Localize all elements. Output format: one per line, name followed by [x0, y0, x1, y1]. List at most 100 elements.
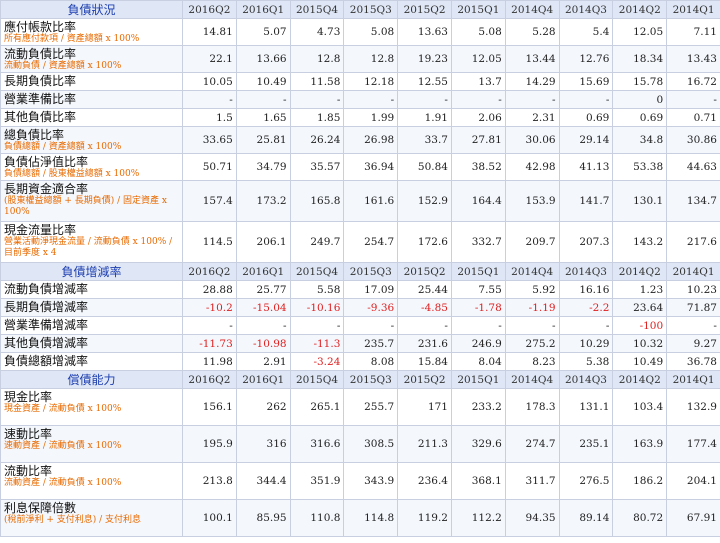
column-header: 2015Q1 — [450, 0, 506, 19]
value-cell: 27.81 — [450, 126, 506, 154]
value-cell: - — [289, 316, 345, 335]
value-cell: -10.98 — [235, 334, 291, 353]
value-cell: 11.98 — [182, 352, 237, 371]
value-cell: 103.4 — [612, 388, 668, 426]
row-label-cell: 其他負債增減率 — [0, 334, 183, 353]
value-cell: 112.2 — [450, 499, 506, 537]
value-cell: 41.13 — [558, 153, 614, 181]
value-cell: 308.5 — [343, 425, 399, 463]
value-cell: 36.94 — [343, 153, 399, 181]
column-header: 2016Q2 — [182, 262, 237, 281]
value-cell: 2.06 — [450, 108, 506, 127]
value-cell: 265.1 — [289, 388, 345, 426]
value-cell: 143.2 — [612, 221, 668, 263]
value-cell: 10.23 — [666, 280, 720, 299]
value-cell: 119.2 — [397, 499, 452, 537]
value-cell: 163.9 — [612, 425, 668, 463]
row-label: 流動比率 — [4, 464, 53, 478]
value-cell: 165.8 — [289, 180, 345, 222]
value-cell: 5.92 — [504, 280, 560, 299]
value-cell: 114.5 — [182, 221, 237, 263]
row-formula: 負債總額 / 資產總額 x 100% — [4, 142, 122, 152]
row-label-cell: 現金流量比率 營業活動淨現金流量 / 流動負債 x 100% / 目前季度 x 4 — [0, 221, 183, 263]
value-cell: 1.23 — [612, 280, 668, 299]
table-row: 速動比率 速動資產 / 流動負債 x 100% 195.9 316 316.6 308.5… — [0, 425, 720, 463]
column-header: 2014Q2 — [612, 0, 668, 19]
value-cell: 50.71 — [182, 153, 237, 181]
value-cell: 89.14 — [558, 499, 614, 537]
value-cell: 12.8 — [289, 45, 345, 73]
value-cell: 35.57 — [289, 153, 345, 181]
value-cell: 217.6 — [666, 221, 720, 263]
value-cell: 173.2 — [235, 180, 291, 222]
column-header: 2014Q3 — [558, 262, 614, 281]
row-label-cell: 應付帳款比率 所有應付款項 / 資產總額 x 100% — [0, 18, 183, 46]
value-cell: 5.08 — [343, 18, 399, 46]
value-cell: 249.7 — [289, 221, 345, 263]
value-cell: 26.24 — [289, 126, 345, 154]
table-row: 利息保障倍數 (稅前淨利 + 支付利息) / 支付利息 100.1 85.95 110.… — [0, 499, 720, 537]
table-row: 流動負債比率 流動負債 / 資產總額 x 100% 22.1 13.66 12.8 12.… — [0, 45, 720, 73]
value-cell: 171 — [397, 388, 452, 426]
value-cell: 13.7 — [450, 72, 506, 91]
value-cell: 0.69 — [612, 108, 668, 127]
value-cell: - — [343, 316, 399, 335]
row-formula: 營業活動淨現金流量 / 流動負債 x 100% / 目前季度 x 4 — [4, 237, 173, 258]
row-label-cell: 營業準備增減率 — [0, 316, 183, 335]
value-cell: 206.1 — [235, 221, 291, 263]
row-label-cell: 其他負債比率 — [0, 108, 183, 127]
value-cell: 13.63 — [397, 18, 452, 46]
column-header: 2015Q2 — [397, 0, 452, 19]
value-cell: 14.81 — [182, 18, 237, 46]
value-cell: 255.7 — [343, 388, 399, 426]
row-formula: 流動資產 / 流動負債 x 100% — [4, 478, 122, 488]
row-label-cell: 總負債比率 負債總額 / 資產總額 x 100% — [0, 126, 183, 154]
value-cell: 12.76 — [558, 45, 614, 73]
column-header: 2015Q4 — [289, 262, 345, 281]
value-cell: 19.23 — [397, 45, 452, 73]
value-cell: 0 — [612, 90, 668, 109]
value-cell: 94.35 — [504, 499, 560, 537]
value-cell: -3.24 — [289, 352, 345, 371]
value-cell: 332.7 — [450, 221, 506, 263]
value-cell: 316.6 — [289, 425, 345, 463]
value-cell: 1.65 — [235, 108, 291, 127]
value-cell: 1.91 — [397, 108, 452, 127]
value-cell: 211.3 — [397, 425, 452, 463]
value-cell: 1.5 — [182, 108, 237, 127]
section-title: 負債狀況 — [0, 0, 183, 19]
row-formula: (股東權益總額 + 長期負債) / 固定資產 x 100% — [4, 196, 167, 217]
value-cell: 195.9 — [182, 425, 237, 463]
table-row: 現金比率 現金資產 / 流動負債 x 100% 156.1 262 265.1 255.7… — [0, 388, 720, 426]
section-title: 負債增減率 — [0, 262, 183, 281]
value-cell: 12.05 — [612, 18, 668, 46]
value-cell: 13.43 — [666, 45, 720, 73]
value-cell: 5.4 — [558, 18, 614, 46]
column-header: 2014Q4 — [504, 0, 560, 19]
row-label-cell: 現金比率 現金資產 / 流動負債 x 100% — [0, 388, 183, 426]
value-cell: - — [504, 316, 560, 335]
value-cell: 316 — [235, 425, 291, 463]
value-cell: 38.52 — [450, 153, 506, 181]
value-cell: 5.58 — [289, 280, 345, 299]
value-cell: -10.16 — [289, 298, 345, 317]
value-cell: 131.1 — [558, 388, 614, 426]
column-header: 2014Q1 — [666, 262, 720, 281]
value-cell: 177.4 — [666, 425, 720, 463]
value-cell: 343.9 — [343, 462, 399, 500]
value-cell: 12.55 — [397, 72, 452, 91]
table-row: 現金流量比率 營業活動淨現金流量 / 流動負債 x 100% / 目前季度 x 4… — [0, 221, 720, 263]
value-cell: 12.05 — [450, 45, 506, 73]
row-label: 營業準備增減率 — [4, 318, 89, 332]
column-header: 2015Q2 — [397, 370, 452, 389]
value-cell: 67.91 — [666, 499, 720, 537]
value-cell: 0.69 — [558, 108, 614, 127]
column-header: 2016Q2 — [182, 0, 237, 19]
row-label: 其他負債比率 — [4, 110, 77, 124]
value-cell: 157.4 — [182, 180, 237, 222]
row-label-cell: 速動比率 速動資產 / 流動負債 x 100% — [0, 425, 183, 463]
column-header: 2016Q1 — [235, 0, 291, 19]
value-cell: 276.5 — [558, 462, 614, 500]
value-cell: 50.84 — [397, 153, 452, 181]
table-row: 應付帳款比率 所有應付款項 / 資產總額 x 100% 14.81 5.07 4.73 5… — [0, 18, 720, 46]
